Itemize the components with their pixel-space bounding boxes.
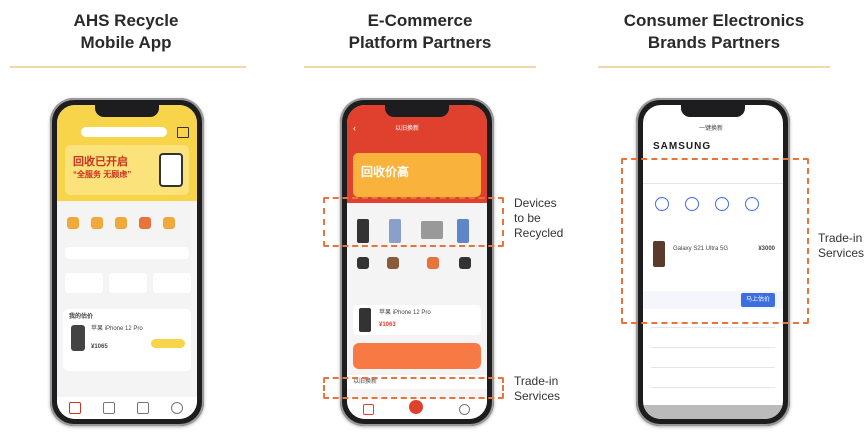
banner[interactable]: 回收已开启 “全服务 无顾虑” [65,145,189,195]
bag-icon[interactable] [387,257,399,269]
callout-trade-in-brand: Trade-in Services [818,231,864,261]
center-button-icon[interactable] [409,400,423,414]
speaker-icon[interactable] [459,257,471,269]
promo-strip[interactable] [65,247,189,259]
bottom-bar[interactable] [643,405,783,419]
coupon-card[interactable] [109,273,147,293]
header-title: 以旧换新 [395,126,420,132]
cart-icon[interactable] [177,127,189,138]
accessory-grid [347,257,487,279]
form-line[interactable] [651,387,775,388]
tab-bar [57,397,197,419]
column-title-brands: Consumer Electronics Brands Partners [594,10,834,54]
header-title: 一键换新 [699,126,724,132]
phone-ahs-app: 回收已开启 “全服务 无顾虑” 我的估价 苹果 iPhone 12 Pro ¥1… [50,98,204,426]
profile-icon[interactable] [171,402,183,414]
bottle-icon[interactable] [427,257,439,269]
message-icon[interactable] [137,402,149,414]
phone-screen: ‹ 以旧换新 回收价高 苹果 iPhone 12 Pro ¥1063 以旧换新 [347,105,487,419]
category-icon[interactable] [91,217,103,229]
device-image [359,308,371,332]
device-price: ¥1065 [91,344,108,350]
callout-trade-in-ecommerce: Trade-in Services [514,374,560,404]
title-line: Brands Partners [647,33,781,52]
app-header: 回收已开启 “全服务 无顾虑” [57,105,197,201]
title-line: Platform Partners [348,33,492,52]
trade-in-highlight [323,377,504,399]
promo-banner[interactable] [353,343,481,369]
brand-logo: SAMSUNG [653,141,712,152]
home-icon[interactable] [69,402,81,414]
callout-line: Trade-in [514,374,559,388]
callout-line: Devices [514,196,557,210]
back-icon[interactable]: ‹ [353,123,356,133]
callout-line: Services [514,389,561,403]
product-card: 苹果 iPhone 12 Pro ¥1063 [353,305,481,335]
callout-line: to be [514,211,541,225]
recycle-button[interactable] [151,339,185,348]
title-line: AHS Recycle [73,11,179,30]
phone-illustration-icon [159,153,183,187]
valuation-card: 我的估价 苹果 iPhone 12 Pro ¥1065 [63,309,191,371]
device-price: ¥1063 [379,322,396,328]
form-line[interactable] [651,347,775,348]
phone-notch [95,105,159,117]
title-line: Consumer Electronics [623,11,805,30]
title-line: E-Commerce [367,11,473,30]
order-icon[interactable] [103,402,115,414]
title-line: Mobile App [80,33,172,52]
device-name: 苹果 iPhone 12 Pro [379,310,431,316]
category-icon[interactable] [139,217,151,229]
title-divider [10,66,246,68]
banner-text: 回收已开启 [73,156,128,168]
search-bar[interactable] [81,127,167,137]
device-image [71,325,85,351]
column-title-ecommerce: E-Commerce Platform Partners [300,10,540,54]
column-title-app: AHS Recycle Mobile App [6,10,246,54]
coupon-card[interactable] [153,273,191,293]
section-title: 我的估价 [69,314,94,320]
form-line[interactable] [651,327,775,328]
devices-highlight [323,197,504,247]
home-icon[interactable] [363,404,374,415]
category-icon[interactable] [67,217,79,229]
banner-subtext: “全服务 无顾虑” [73,170,132,179]
title-divider [598,66,830,68]
category-icon[interactable] [163,217,175,229]
camera-icon[interactable] [357,257,369,269]
profile-icon[interactable] [459,404,470,415]
device-name: 苹果 iPhone 12 Pro [91,326,143,332]
category-grid [57,217,197,239]
tab-bar [347,399,487,419]
service-form [643,319,783,399]
form-line[interactable] [651,367,775,368]
callout-line: Services [818,246,865,260]
app-header: ‹ 以旧换新 回收价高 [347,105,487,203]
phone-notch [681,105,745,117]
callout-line: Trade-in [818,231,863,245]
brand-trade-in-highlight [621,158,809,324]
callout-devices: Devices to be Recycled [514,196,563,241]
coupon-row [57,273,197,293]
phone-screen: 回收已开启 “全服务 无顾虑” 我的估价 苹果 iPhone 12 Pro ¥1… [57,105,197,419]
phone-notch [385,105,449,117]
banner[interactable]: 回收价高 [353,153,481,197]
callout-line: Recycled [514,226,564,240]
category-icon[interactable] [115,217,127,229]
banner-text: 回收价高 [361,165,410,179]
title-divider [304,66,536,68]
coupon-card[interactable] [65,273,103,293]
